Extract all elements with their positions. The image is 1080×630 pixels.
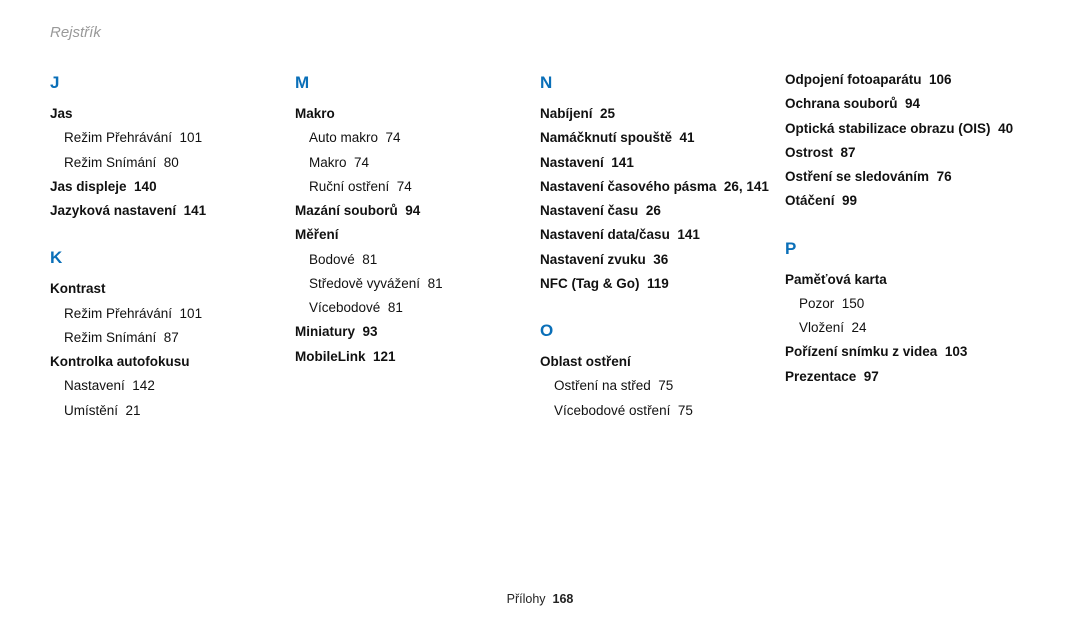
index-subentry: Makro 74	[309, 152, 540, 174]
index-term: Nastavení 141	[540, 152, 785, 174]
index-term: Ochrana souborů 94	[785, 93, 1030, 115]
index-page-ref: 94	[405, 203, 420, 218]
index-letter: P	[785, 235, 1030, 263]
index-term: Namáčknutí spouště 41	[540, 127, 785, 149]
index-page-ref: 74	[354, 155, 369, 170]
index-column: Odpojení fotoaparátu 106Ochrana souborů …	[785, 69, 1030, 424]
index-page-ref: 106	[929, 72, 952, 87]
index-term: Kontrolka autofokusu	[50, 351, 295, 373]
index-page-ref: 150	[842, 296, 865, 311]
index-subentry: Bodové 81	[309, 249, 540, 271]
index-page-ref: 81	[388, 300, 403, 315]
index-subentry: Auto makro 74	[309, 127, 540, 149]
index-term: NFC (Tag & Go) 119	[540, 273, 785, 295]
index-page-ref: 101	[180, 130, 203, 145]
index-page-ref: 101	[180, 306, 203, 321]
index-page-ref: 41	[680, 130, 695, 145]
index-page-ref: 74	[386, 130, 401, 145]
index-columns: JJasRežim Přehrávání 101Režim Snímání 80…	[50, 69, 1030, 424]
index-subentry: Středově vyvážení 81	[309, 273, 540, 295]
index-term: Nastavení časového pásma 26, 141	[540, 176, 785, 198]
index-letter: O	[540, 317, 785, 345]
index-page-ref: 142	[132, 378, 155, 393]
index-subentry: Vícebodové ostření 75	[554, 400, 785, 422]
index-page-ref: 81	[428, 276, 443, 291]
index-page-ref: 141	[611, 155, 634, 170]
index-page-ref: 75	[658, 378, 673, 393]
index-term: Mazání souborů 94	[295, 200, 540, 222]
index-page-ref: 87	[164, 330, 179, 345]
index-subentry: Režim Snímání 80	[64, 152, 295, 174]
index-term: Ostření se sledováním 76	[785, 166, 1030, 188]
index-term: Otáčení 99	[785, 190, 1030, 212]
index-term: Jas	[50, 103, 295, 125]
index-page-ref: 81	[362, 252, 377, 267]
index-column: N Nabíjení 25Namáčknutí spouště 41 Nastave…	[540, 69, 785, 424]
index-term: Ostrost 87	[785, 142, 1030, 164]
index-term: Optická stabilizace obrazu (OIS) 40	[785, 118, 1030, 140]
index-term: Miniatury 93	[295, 321, 540, 343]
index-term: Makro	[295, 103, 540, 125]
index-page-ref: 21	[126, 403, 141, 418]
index-page-ref: 75	[678, 403, 693, 418]
index-term: Odpojení fotoaparátu 106	[785, 69, 1030, 91]
index-page-ref: 140	[134, 179, 157, 194]
index-subentry: Pozor 150	[799, 293, 1030, 315]
footer-label: Přílohy	[507, 592, 546, 606]
index-page-ref: 24	[852, 320, 867, 335]
index-subentry: Režim Přehrávání 101	[64, 303, 295, 325]
index-page-ref: 141	[184, 203, 207, 218]
index-page-ref: 36	[653, 252, 668, 267]
index-term: Prezentace 97	[785, 366, 1030, 388]
index-term: Pořízení snímku z videa 103	[785, 341, 1030, 363]
index-page-ref: 87	[841, 145, 856, 160]
index-column: JJasRežim Přehrávání 101Režim Snímání 80…	[50, 69, 295, 424]
index-page-ref: 26	[646, 203, 661, 218]
page: Rejstřík JJasRežim Přehrávání 101Režim S…	[0, 0, 1080, 630]
index-letter: J	[50, 69, 295, 97]
index-term: Oblast ostření	[540, 351, 785, 373]
index-page-ref: 25	[600, 106, 615, 121]
index-subentry: Ostření na střed 75	[554, 375, 785, 397]
index-page-ref: 76	[937, 169, 952, 184]
index-page-ref: 97	[864, 369, 879, 384]
index-page-ref: 103	[945, 344, 968, 359]
index-subentry: Režim Snímání 87	[64, 327, 295, 349]
page-footer: Přílohy 168	[0, 592, 1080, 606]
index-term: Nabíjení 25	[540, 103, 785, 125]
index-letter: M	[295, 69, 540, 97]
index-term: Měření	[295, 224, 540, 246]
index-subentry: Režim Přehrávání 101	[64, 127, 295, 149]
index-page-ref: 121	[373, 349, 396, 364]
index-subentry: Ruční ostření 74	[309, 176, 540, 198]
index-term: Nastavení zvuku 36	[540, 249, 785, 271]
index-term: Paměťová karta	[785, 269, 1030, 291]
index-term: Jas displeje 140	[50, 176, 295, 198]
index-term: Nastavení času 26	[540, 200, 785, 222]
index-term: MobileLink 121	[295, 346, 540, 368]
index-subentry: Nastavení 142	[64, 375, 295, 397]
index-letter: N	[540, 69, 785, 97]
index-page-ref: 94	[905, 96, 920, 111]
index-page-ref: 74	[397, 179, 412, 194]
index-page-ref: 26, 141	[724, 179, 769, 194]
index-term: Nastavení data/času 141	[540, 224, 785, 246]
index-letter: K	[50, 244, 295, 272]
footer-page-number: 168	[553, 592, 574, 606]
index-page-ref: 93	[363, 324, 378, 339]
index-column: M MakroAuto makro 74 Makro 74Ruční ostření…	[295, 69, 540, 424]
index-term: Jazyková nastavení 141	[50, 200, 295, 222]
index-page-ref: 40	[998, 121, 1013, 136]
page-title: Rejstřík	[50, 24, 1030, 41]
index-page-ref: 80	[164, 155, 179, 170]
index-subentry: Vložení 24	[799, 317, 1030, 339]
index-page-ref: 141	[677, 227, 700, 242]
index-term: Kontrast	[50, 278, 295, 300]
index-page-ref: 119	[647, 276, 669, 291]
index-subentry: Vícebodové 81	[309, 297, 540, 319]
index-subentry: Umístění 21	[64, 400, 295, 422]
index-page-ref: 99	[842, 193, 857, 208]
